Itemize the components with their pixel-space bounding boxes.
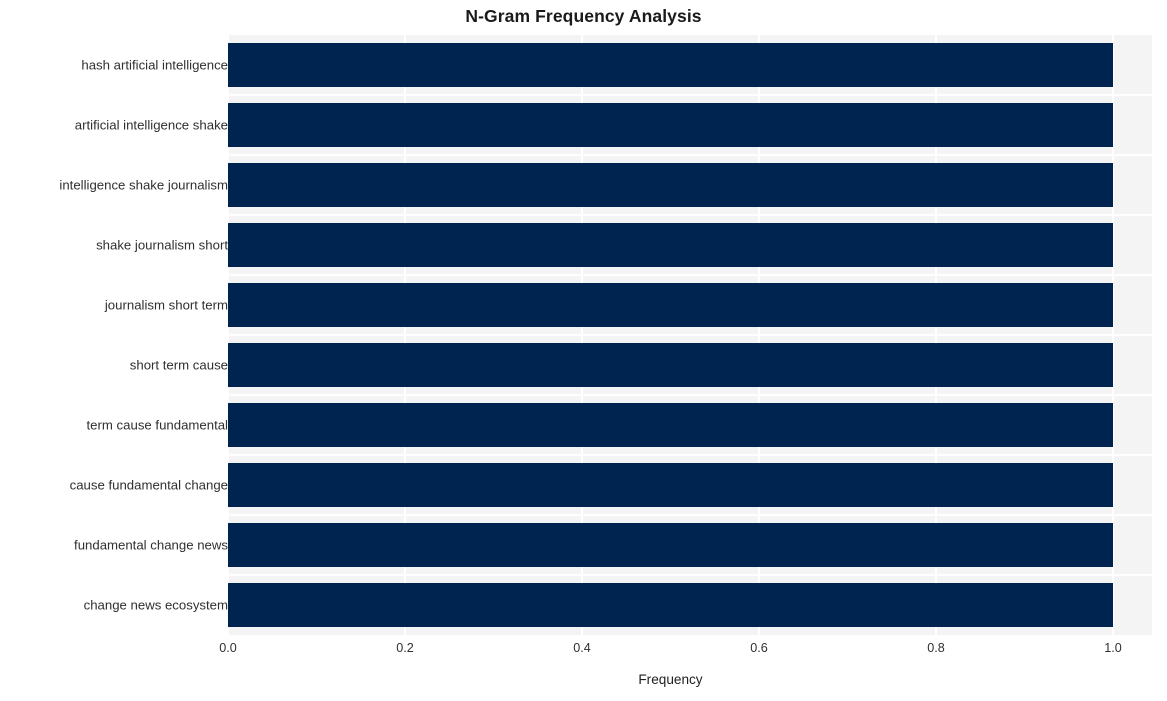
chart-title: N-Gram Frequency Analysis (465, 6, 702, 26)
x-tick-label: 0.0 (219, 641, 237, 655)
x-tick-label: 1.0 (1104, 641, 1122, 655)
bar[interactable] (228, 343, 1114, 387)
bar[interactable] (228, 103, 1114, 147)
y-gridline (228, 334, 1152, 336)
y-tick-label: intelligence shake journalism (59, 177, 228, 193)
y-tick-label: journalism short term (104, 297, 228, 313)
y-gridline (228, 94, 1152, 96)
bar[interactable] (228, 403, 1114, 447)
chart-figure: N-Gram Frequency Analysis hash artificia… (0, 0, 1167, 701)
plot-area (228, 35, 1152, 635)
y-gridline (228, 394, 1152, 396)
bar[interactable] (228, 163, 1114, 207)
y-gridline (228, 514, 1152, 516)
bar[interactable] (228, 583, 1114, 627)
bar[interactable] (228, 463, 1114, 507)
y-tick-label: term cause fundamental (86, 417, 228, 433)
x-axis-tick-labels: 0.0 0.2 0.4 0.6 0.8 1.0 (219, 637, 1152, 661)
y-tick-label: fundamental change news (74, 537, 228, 553)
bar[interactable] (228, 523, 1114, 567)
y-tick-label: artificial intelligence shake (74, 117, 228, 133)
y-gridline (228, 574, 1152, 576)
y-tick-label: hash artificial intelligence (81, 57, 228, 73)
y-gridline (228, 154, 1152, 156)
x-tick-label: 0.2 (396, 641, 414, 655)
y-gridline (228, 274, 1152, 276)
x-tick-label: 0.8 (927, 641, 945, 655)
bar[interactable] (228, 223, 1114, 267)
y-gridline (228, 214, 1152, 216)
x-tick-label: 0.4 (573, 641, 591, 655)
y-gridline (228, 454, 1152, 456)
y-axis-tick-labels: hash artificial intelligence artificial i… (0, 35, 228, 635)
y-tick-label: short term cause (129, 357, 228, 373)
bar[interactable] (228, 283, 1114, 327)
x-tick-label: 0.6 (750, 641, 768, 655)
y-tick-label: cause fundamental change (69, 477, 228, 493)
bar[interactable] (228, 43, 1114, 87)
y-tick-label: change news ecosystem (83, 597, 228, 613)
y-tick-label: shake journalism short (96, 237, 228, 253)
x-axis-label: Frequency (638, 672, 703, 687)
